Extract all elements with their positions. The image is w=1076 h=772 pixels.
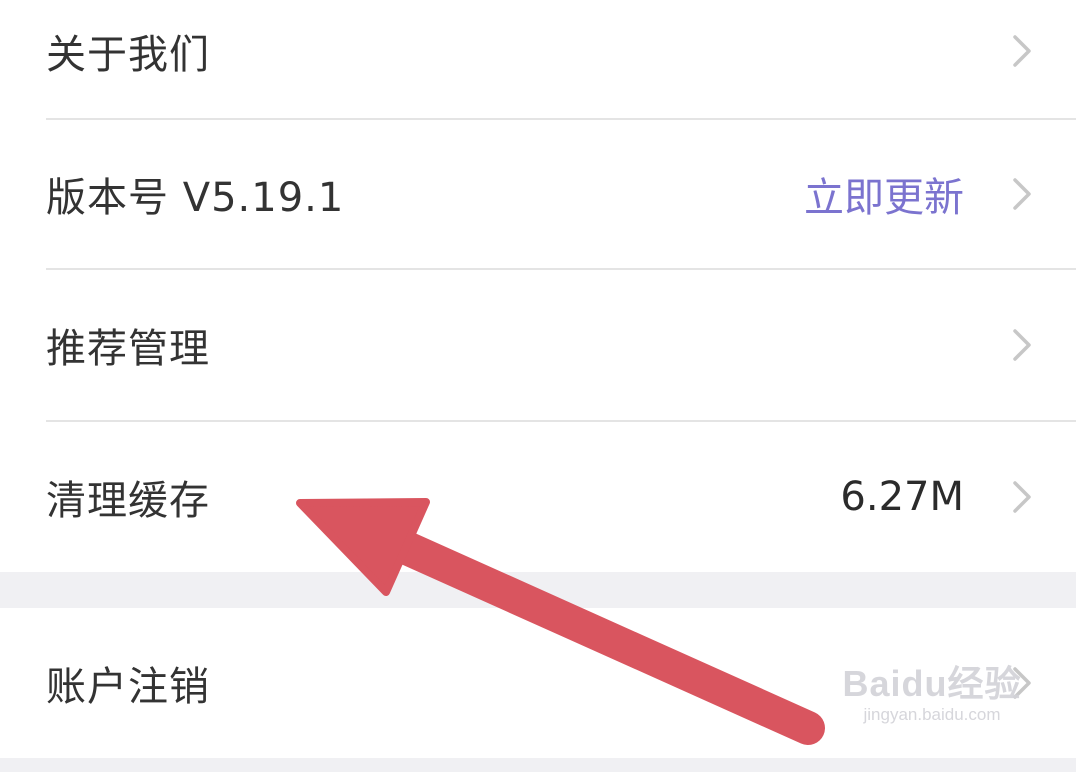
settings-item-clear-cache[interactable]: 清理缓存 6.27M (0, 422, 1076, 572)
section-gap (0, 758, 1076, 772)
settings-item-recommendation[interactable]: 推荐管理 (0, 270, 1076, 420)
settings-item-label: 关于我们 (46, 32, 210, 78)
settings-item-label: 版本号 V5.19.1 (46, 175, 345, 221)
watermark-url: jingyan.baidu.com (863, 705, 1001, 724)
update-now-link[interactable]: 立即更新 (804, 165, 964, 223)
section-gap (0, 572, 1076, 608)
settings-item-label: 推荐管理 (46, 326, 210, 372)
chevron-right-icon (1013, 329, 1031, 361)
watermark-brand: Baidu经验 (842, 663, 1022, 704)
settings-item-about-us[interactable]: 关于我们 (0, 0, 1076, 118)
settings-item-version[interactable]: 版本号 V5.19.1 立即更新 (0, 120, 1076, 268)
settings-item-label: 账户注销 (46, 664, 210, 710)
chevron-right-icon (1013, 481, 1031, 513)
chevron-right-icon (1013, 178, 1031, 210)
cache-size: 6.27M (840, 474, 964, 520)
chevron-right-icon (1013, 35, 1031, 67)
settings-item-label: 清理缓存 (46, 478, 210, 524)
watermark-logo: Baidu经验 jingyan.baidu.com (842, 655, 1022, 725)
